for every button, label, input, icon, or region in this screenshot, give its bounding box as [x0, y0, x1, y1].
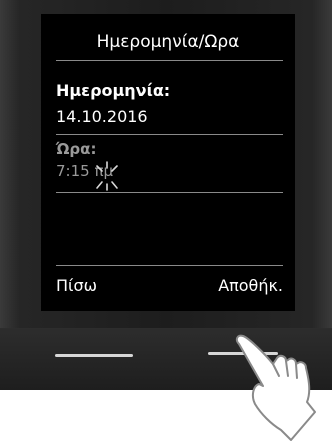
- save-softkey-label[interactable]: Αποθήκ.: [218, 276, 283, 295]
- date-label: Ημερομηνία:: [56, 81, 171, 100]
- date-divider: [56, 134, 283, 135]
- title-divider: [56, 60, 283, 61]
- pointing-hand-icon: [235, 334, 316, 441]
- display-screen: Ημερομηνία/Ωρα Ημερομηνία: 14.10.2016 Ώρ…: [41, 14, 295, 311]
- back-softkey-label[interactable]: Πίσω: [56, 276, 97, 295]
- date-field[interactable]: 14.10.2016: [56, 107, 148, 126]
- blinking-cursor-icon: [96, 161, 118, 191]
- softkey-divider: [56, 265, 283, 266]
- screen-title: Ημερομηνία/Ωρα: [96, 32, 240, 52]
- left-softkey-button[interactable]: [55, 354, 133, 357]
- time-divider: [56, 192, 283, 193]
- time-label: Ώρα:: [56, 140, 97, 158]
